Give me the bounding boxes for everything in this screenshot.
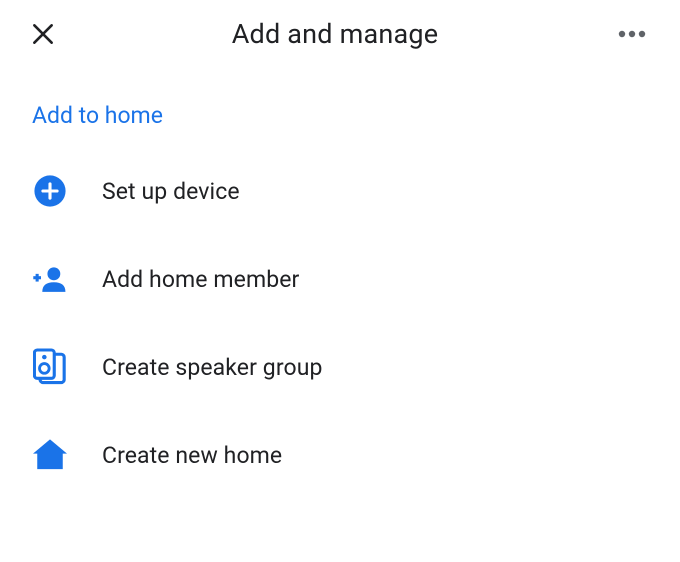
home-icon [32,437,68,473]
more-icon[interactable] [612,19,652,49]
menu-item-label: Create speaker group [102,354,323,381]
section-header: Add to home [0,60,680,147]
add-person-icon [32,261,68,297]
menu-item-create-new-home[interactable]: Create new home [0,411,680,499]
menu-item-label: Add home member [102,266,299,293]
menu-item-set-up-device[interactable]: Set up device [0,147,680,235]
menu-list: Set up device Add home member Create spe… [0,147,680,499]
page-title: Add and manage [232,18,439,50]
header: Add and manage [0,0,680,60]
menu-item-label: Create new home [102,442,282,469]
menu-item-add-home-member[interactable]: Add home member [0,235,680,323]
menu-item-label: Set up device [102,178,240,205]
speaker-group-icon [32,349,68,385]
plus-circle-icon [32,173,68,209]
close-icon[interactable] [28,19,58,49]
menu-item-create-speaker-group[interactable]: Create speaker group [0,323,680,411]
